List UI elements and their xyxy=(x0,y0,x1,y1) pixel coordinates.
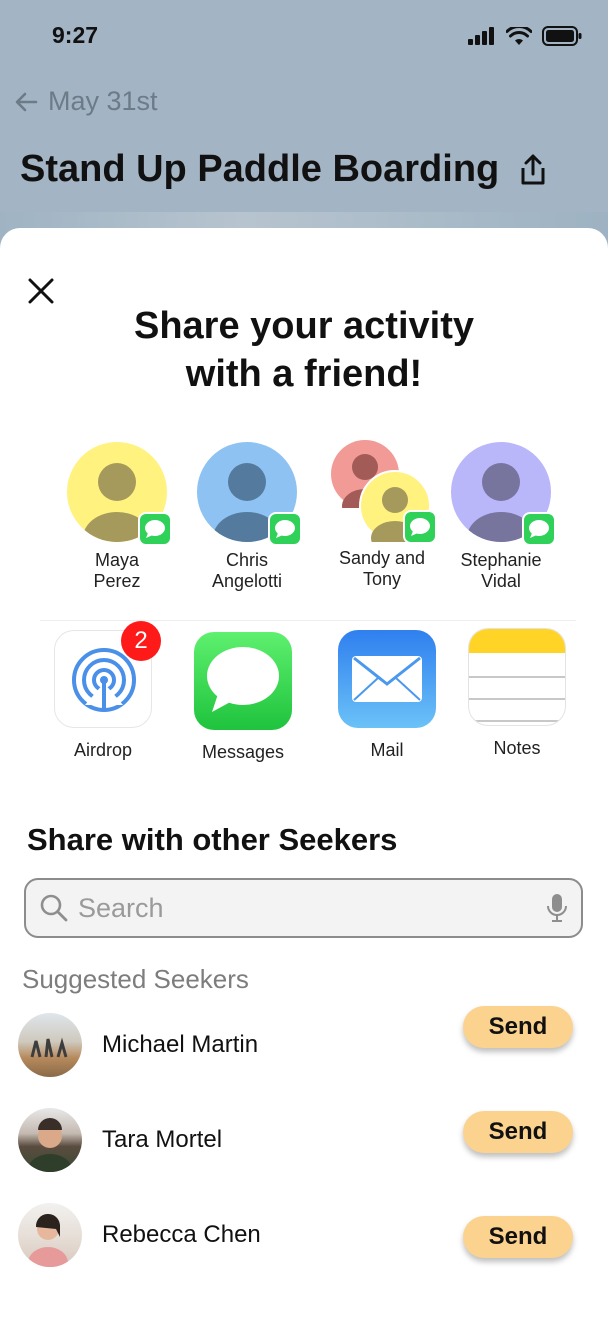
send-button[interactable]: Send xyxy=(463,1216,573,1258)
contact-name: Chris Angelotti xyxy=(211,550,283,591)
app-label: Airdrop xyxy=(73,740,133,760)
search-input[interactable] xyxy=(78,892,547,924)
contact-name: Maya Perez xyxy=(93,550,141,591)
airdrop-icon: 2 xyxy=(54,621,161,728)
search-icon xyxy=(40,894,68,922)
contact-stephanie-vidal[interactable]: Stephanie Vidal xyxy=(436,442,566,592)
messages-icon xyxy=(194,632,292,730)
avatar xyxy=(18,1108,82,1172)
seeker-row: Michael Martin Send xyxy=(18,1006,578,1079)
send-button[interactable]: Send xyxy=(463,1006,573,1048)
arrow-left-icon xyxy=(15,92,38,111)
status-icons xyxy=(468,26,582,46)
activity-title-row: Stand Up Paddle Boarding xyxy=(20,148,547,191)
app-label: Mail xyxy=(370,740,404,760)
app-notes[interactable]: Notes xyxy=(462,628,572,759)
microphone-icon[interactable] xyxy=(547,893,567,923)
app-messages[interactable]: Messages xyxy=(188,632,298,763)
contact-maya-perez[interactable]: Maya Perez xyxy=(52,442,182,592)
section-heading: Share with other Seekers xyxy=(27,822,398,857)
message-badge-icon xyxy=(403,510,437,544)
sheet-title: Share your activity with a friend! xyxy=(133,305,475,395)
share-icon[interactable] xyxy=(519,154,547,186)
seeker-row: Rebecca Chen Send xyxy=(18,1203,578,1269)
wifi-icon xyxy=(506,26,532,45)
status-time: 9:27 xyxy=(52,22,99,48)
notification-badge: 2 xyxy=(121,621,161,661)
search-bar[interactable] xyxy=(24,878,583,938)
back-button[interactable]: May 31st xyxy=(14,86,158,117)
activity-title: Stand Up Paddle Boarding xyxy=(20,148,500,190)
suggested-label: Suggested Seekers xyxy=(22,964,249,994)
message-badge-icon xyxy=(522,512,556,546)
app-label: Notes xyxy=(493,738,541,758)
seeker-name: Michael Martin xyxy=(102,1031,259,1058)
message-badge-icon xyxy=(138,512,172,546)
seeker-row: Tara Mortel Send xyxy=(18,1108,578,1174)
notes-icon xyxy=(468,628,566,726)
message-badge-icon xyxy=(268,512,302,546)
seeker-name: Rebecca Chen xyxy=(102,1221,261,1248)
avatar xyxy=(18,1203,82,1267)
send-button[interactable]: Send xyxy=(463,1111,573,1153)
contact-name: Stephanie Vidal xyxy=(460,550,542,591)
seeker-name: Tara Mortel xyxy=(102,1126,223,1153)
contact-sandy-and-tony[interactable]: Sandy and Tony xyxy=(317,440,447,590)
divider xyxy=(40,620,576,621)
contact-chris-angelotti[interactable]: Chris Angelotti xyxy=(182,442,312,592)
contact-name: Sandy and Tony xyxy=(338,548,426,589)
avatar xyxy=(18,1013,82,1077)
back-label: May 31st xyxy=(48,86,158,116)
battery-icon xyxy=(542,26,582,46)
signal-icon xyxy=(468,27,494,45)
mail-icon xyxy=(338,630,436,728)
app-label: Messages xyxy=(201,742,285,762)
share-sheet: Share your activity with a friend! Maya … xyxy=(0,228,608,1320)
app-mail[interactable]: Mail xyxy=(332,630,442,761)
app-airdrop[interactable]: 2 Airdrop xyxy=(48,621,161,761)
